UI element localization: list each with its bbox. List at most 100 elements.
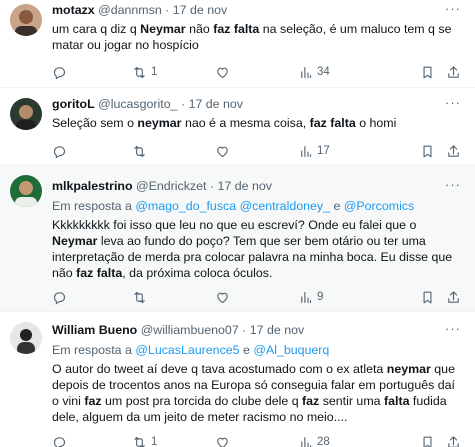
tweet-header: goritoL @lucasgorito_ · 17 de nov ··· xyxy=(52,96,461,112)
separator: · xyxy=(180,97,186,111)
tweet-text: Seleção sem o neymar nao é a mesma coisa… xyxy=(52,115,461,131)
tweet[interactable]: mlkpalestrino @Endrickzet · 17 de nov ··… xyxy=(0,165,475,312)
reply-icon xyxy=(52,290,67,305)
tweet[interactable]: goritoL @lucasgorito_ · 17 de nov ··· Se… xyxy=(0,88,475,165)
tweet-actions: 1 28 xyxy=(52,434,461,447)
views-button[interactable]: 34 xyxy=(298,64,330,80)
reply-button[interactable] xyxy=(52,143,71,159)
tweet[interactable]: motazx @dannmsn · 17 de nov ··· um cara … xyxy=(0,0,475,88)
like-button[interactable] xyxy=(215,64,234,80)
retweet-button[interactable] xyxy=(132,289,151,305)
bookmark-button[interactable] xyxy=(420,434,435,447)
highlighted-term: faz falta xyxy=(309,116,356,130)
mention-link[interactable]: @mago_do_fusca xyxy=(135,199,236,213)
avatar[interactable] xyxy=(10,98,42,130)
bookmark-button[interactable] xyxy=(420,143,435,159)
share-icon xyxy=(446,65,461,80)
like-button[interactable] xyxy=(215,143,234,159)
heart-icon xyxy=(215,290,230,305)
mention-link[interactable]: @centraldoney_ xyxy=(240,199,330,213)
tweet-header: mlkpalestrino @Endrickzet · 17 de nov ··… xyxy=(52,178,461,194)
reply-button[interactable] xyxy=(52,434,71,447)
text-segment: Seleção sem o xyxy=(52,116,138,130)
bookmark-icon xyxy=(420,290,435,305)
more-options-icon[interactable]: ··· xyxy=(445,96,461,110)
tweet-text: Kkkkkkkkk foi isso que leu no que eu esc… xyxy=(52,217,461,281)
tweet-actions: 9 xyxy=(52,289,461,305)
mention-link[interactable]: @Porcomics xyxy=(344,199,414,213)
reply-context: Em resposta a @LucasLaurence5 e @Al_buqu… xyxy=(52,342,461,358)
more-options-icon[interactable]: ··· xyxy=(445,178,461,192)
views-count: 28 xyxy=(317,436,330,447)
views-count: 17 xyxy=(317,145,330,157)
tweet-text: um cara q diz q Neymar não faz falta na … xyxy=(52,21,461,53)
mention-link[interactable]: @LucasLaurence5 xyxy=(135,343,239,357)
timestamp[interactable]: 17 de nov xyxy=(173,3,227,17)
share-button[interactable] xyxy=(446,434,461,447)
handle[interactable]: @williambueno07 xyxy=(141,323,239,337)
conjunction: e xyxy=(243,343,250,357)
retweet-button[interactable]: 1 xyxy=(132,64,157,80)
separator: · xyxy=(242,323,247,337)
tweet[interactable]: William Bueno @williambueno07 · 17 de no… xyxy=(0,312,475,447)
share-icon xyxy=(446,290,461,305)
timestamp[interactable]: 17 de nov xyxy=(250,323,304,337)
tweet-header: William Bueno @williambueno07 · 17 de no… xyxy=(52,322,461,338)
reply-button[interactable] xyxy=(52,64,71,80)
reply-prefix: Em resposta a xyxy=(52,199,136,213)
like-button[interactable] xyxy=(215,434,234,447)
text-segment: um cara q diz q xyxy=(52,22,141,36)
bookmark-icon xyxy=(420,65,435,80)
share-icon xyxy=(446,435,461,447)
handle[interactable]: @dannmsn xyxy=(98,3,162,17)
text-segment: , da próxima coloca óculos. xyxy=(122,266,273,280)
highlighted-term: faz xyxy=(84,394,102,408)
mention-link[interactable]: @Al_buquerq xyxy=(253,343,329,357)
avatar[interactable] xyxy=(10,322,42,354)
like-button[interactable] xyxy=(215,289,234,305)
highlighted-term: Neymar xyxy=(52,234,98,248)
retweet-button[interactable] xyxy=(132,143,151,159)
retweets-count: 1 xyxy=(151,66,158,78)
heart-icon xyxy=(215,65,230,80)
more-options-icon[interactable]: ··· xyxy=(445,322,461,336)
highlighted-term: Neymar xyxy=(140,22,186,36)
bookmark-button[interactable] xyxy=(420,64,435,80)
handle[interactable]: @lucasgorito_ xyxy=(98,97,177,111)
views-chart-icon xyxy=(298,290,313,305)
timestamp[interactable]: 17 de nov xyxy=(189,97,243,111)
display-name[interactable]: motazx xyxy=(52,3,95,17)
more-options-icon[interactable]: ··· xyxy=(445,2,461,16)
heart-icon xyxy=(215,144,230,159)
display-name[interactable]: goritoL xyxy=(52,97,95,111)
views-button[interactable]: 28 xyxy=(298,434,330,447)
highlighted-term: falta xyxy=(383,394,410,408)
tweet-header: motazx @dannmsn · 17 de nov ··· xyxy=(52,2,461,18)
highlighted-term: neymar xyxy=(137,116,182,130)
reply-button[interactable] xyxy=(52,289,71,305)
avatar[interactable] xyxy=(10,4,42,36)
timestamp[interactable]: 17 de nov xyxy=(218,179,272,193)
avatar[interactable] xyxy=(10,175,42,207)
tweet-text: O autor do tweet aí deve q tava acostuma… xyxy=(52,361,461,425)
views-button[interactable]: 17 xyxy=(298,143,330,159)
text-segment: não xyxy=(185,22,214,36)
handle[interactable]: @Endrickzet xyxy=(136,179,206,193)
text-segment: o homi xyxy=(355,116,397,130)
tweet-feed: motazx @dannmsn · 17 de nov ··· um cara … xyxy=(0,0,475,447)
display-name[interactable]: William Bueno xyxy=(52,323,137,337)
views-button[interactable]: 9 xyxy=(298,289,323,305)
retweet-button[interactable]: 1 xyxy=(132,434,157,447)
bookmark-button[interactable] xyxy=(420,289,435,305)
share-button[interactable] xyxy=(446,143,461,159)
text-segment: um post pra torcida do clube dele q xyxy=(101,394,303,408)
highlighted-term: neymar xyxy=(386,362,431,376)
share-button[interactable] xyxy=(446,64,461,80)
bookmark-icon xyxy=(420,435,435,447)
separator: · xyxy=(209,179,215,193)
share-button[interactable] xyxy=(446,289,461,305)
display-name[interactable]: mlkpalestrino xyxy=(52,179,133,193)
text-segment: Kkkkkkkkk foi isso que leu no que eu esc… xyxy=(52,218,417,232)
text-segment: nao é a mesma coisa, xyxy=(181,116,310,130)
reply-context: Em resposta a @mago_do_fusca @centraldon… xyxy=(52,198,461,214)
